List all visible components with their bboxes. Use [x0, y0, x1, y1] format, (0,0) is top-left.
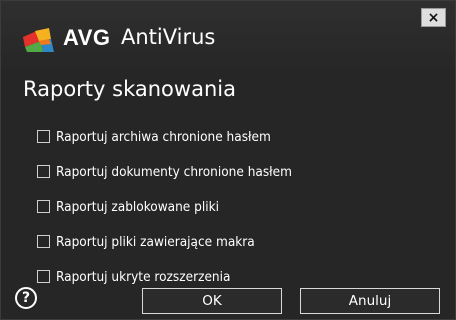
section-title: Raporty skanowania: [23, 77, 236, 101]
option-label: Raportuj pliki zawierające makra: [56, 233, 255, 250]
checkbox[interactable]: [37, 200, 50, 213]
avg-dialog: AVG AntiVirus × Raporty skanowania Rapor…: [0, 0, 456, 320]
option-label: Raportuj archiwa chronione hasłem: [56, 128, 271, 145]
checkbox[interactable]: [37, 165, 50, 178]
option-password-documents[interactable]: Raportuj dokumenty chronione hasłem: [37, 154, 292, 189]
brand-name: AVG: [63, 25, 111, 50]
option-label: Raportuj ukryte rozszerzenia: [56, 268, 231, 285]
ok-button[interactable]: OK: [142, 288, 282, 314]
checkbox[interactable]: [37, 235, 50, 248]
close-button[interactable]: ×: [421, 8, 446, 27]
option-label: Raportuj zablokowane pliki: [56, 198, 219, 215]
title-bar: AVG AntiVirus ×: [1, 1, 455, 67]
cancel-button[interactable]: Anuluj: [300, 288, 440, 314]
option-label: Raportuj dokumenty chronione hasłem: [56, 163, 292, 180]
options-list: Raportuj archiwa chronione hasłem Raport…: [37, 119, 292, 294]
option-locked-files[interactable]: Raportuj zablokowane pliki: [37, 189, 292, 224]
option-password-archives[interactable]: Raportuj archiwa chronione hasłem: [37, 119, 292, 154]
option-macro-files[interactable]: Raportuj pliki zawierające makra: [37, 224, 292, 259]
product-name: AntiVirus: [121, 25, 216, 49]
question-circle-icon[interactable]: ?: [15, 287, 37, 309]
checkbox[interactable]: [37, 130, 50, 143]
checkbox[interactable]: [37, 270, 50, 283]
